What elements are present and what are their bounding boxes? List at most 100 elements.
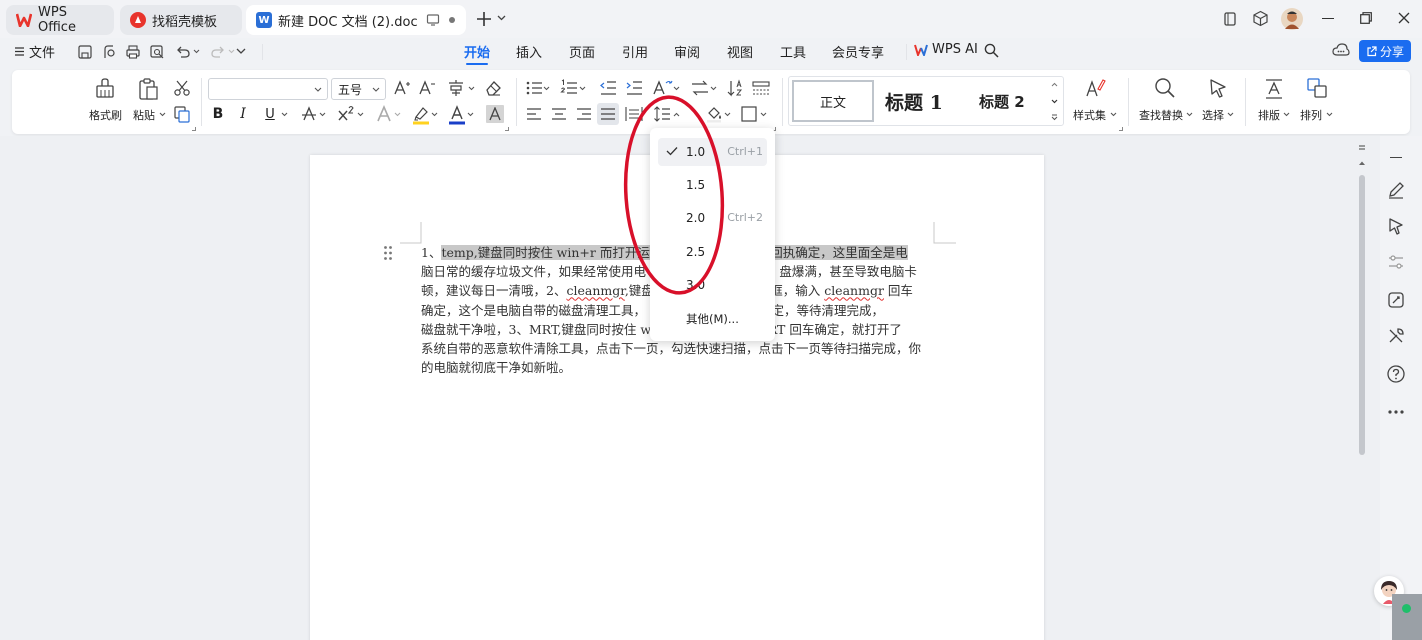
typesetting-icon[interactable] <box>1263 77 1285 99</box>
tab-docer-templates[interactable]: 找稻壳模板 <box>120 5 242 35</box>
font-group-expand-icon[interactable] <box>505 127 509 131</box>
line-spacing-other[interactable]: 其他(M)... <box>658 304 767 332</box>
new-tab-plus-icon[interactable] <box>476 11 492 27</box>
font-name-select[interactable] <box>208 78 328 100</box>
undo-icon[interactable] <box>175 44 191 60</box>
font-color-icon[interactable] <box>448 105 466 125</box>
typesetting-label[interactable]: 排版 <box>1258 107 1280 123</box>
chevron-down-icon[interactable] <box>1227 112 1234 117</box>
italic-button[interactable]: I <box>235 105 251 123</box>
minimize-icon[interactable] <box>1322 18 1334 20</box>
ai-writing-icon[interactable] <box>1386 290 1406 310</box>
search-icon[interactable] <box>984 43 999 58</box>
drag-handle-icon[interactable] <box>383 245 393 261</box>
user-avatar[interactable] <box>1281 8 1303 30</box>
pen-edit-icon[interactable] <box>1386 180 1406 200</box>
style-heading-2[interactable]: 标题 2 <box>979 91 1025 112</box>
underline-button[interactable]: U <box>263 105 277 123</box>
align-left-icon[interactable] <box>525 105 543 123</box>
restore-window-layout-icon[interactable] <box>1222 11 1238 27</box>
paste-label[interactable]: 粘贴 <box>133 107 155 123</box>
styles-scroll-down-icon[interactable] <box>1051 99 1058 104</box>
highlight-color-icon[interactable] <box>412 105 430 125</box>
save-icon[interactable] <box>77 44 93 60</box>
document-line[interactable]: 的电脑就彻底干净如新啦。 <box>421 358 934 377</box>
text-effect-icon[interactable] <box>375 105 393 123</box>
chevron-down-icon[interactable] <box>467 112 474 117</box>
decrease-font-size-icon[interactable] <box>418 79 436 97</box>
tab-member[interactable]: 会员专享 <box>832 42 884 61</box>
format-painter-icon[interactable] <box>94 77 116 99</box>
cube-icon[interactable] <box>1252 10 1269 27</box>
unsaved-dot-icon[interactable] <box>449 17 455 23</box>
font-size-select[interactable]: 五号 <box>331 78 386 100</box>
bullet-list-icon[interactable] <box>525 79 543 97</box>
export-pdf-icon[interactable] <box>101 44 117 60</box>
adjust-sliders-icon[interactable] <box>1386 252 1406 272</box>
chevron-down-icon[interactable] <box>468 86 475 91</box>
chevron-down-icon[interactable] <box>543 86 550 91</box>
redo-dropdown-chevron-icon[interactable] <box>228 49 235 54</box>
screen-icon[interactable] <box>426 13 440 27</box>
undo-dropdown-chevron-icon[interactable] <box>193 49 200 54</box>
increase-font-size-icon[interactable] <box>393 79 411 97</box>
chevron-down-icon[interactable] <box>1283 112 1290 117</box>
pointer-select-icon[interactable] <box>1386 216 1406 236</box>
decrease-indent-icon[interactable] <box>599 79 617 97</box>
style-set-icon[interactable] <box>1084 77 1106 99</box>
select-cursor-icon[interactable] <box>1207 77 1229 99</box>
wps-ai-button[interactable]: WPS AI <box>914 42 978 57</box>
tab-page[interactable]: 页面 <box>569 42 595 61</box>
redo-icon[interactable] <box>210 44 226 60</box>
print-icon[interactable] <box>125 44 141 60</box>
share-button[interactable]: 分享 <box>1359 40 1411 62</box>
align-right-icon[interactable] <box>575 105 593 123</box>
style-normal[interactable]: 正文 <box>792 80 874 122</box>
bold-button[interactable]: B <box>210 105 226 123</box>
character-shading-icon[interactable] <box>486 105 504 123</box>
styles-group-expand-icon[interactable] <box>1119 127 1123 131</box>
tab-references[interactable]: 引用 <box>622 42 648 61</box>
tab-review[interactable]: 审阅 <box>674 42 700 61</box>
scroll-up-arrow-icon[interactable] <box>1358 160 1366 166</box>
close-icon[interactable] <box>1398 12 1410 24</box>
tab-home[interactable]: 开始 <box>464 42 490 65</box>
align-center-icon[interactable] <box>550 105 568 123</box>
chevron-down-icon[interactable] <box>281 112 288 117</box>
chevron-down-icon[interactable] <box>357 112 364 117</box>
tab-document[interactable]: W 新建 DOC 文档 (2).doc <box>246 5 466 35</box>
chevron-down-icon[interactable] <box>1186 112 1193 117</box>
chevron-down-icon[interactable] <box>497 15 506 21</box>
select-label[interactable]: 选择 <box>1202 107 1224 123</box>
vertical-scrollbar[interactable] <box>1356 140 1368 640</box>
styles-scroll-up-icon[interactable] <box>1051 82 1058 87</box>
tab-view[interactable]: 视图 <box>727 42 753 61</box>
tab-insert[interactable]: 插入 <box>516 42 542 61</box>
maximize-icon[interactable] <box>1360 12 1372 24</box>
collapse-panel-icon[interactable] <box>1390 157 1402 159</box>
quick-access-more-icon[interactable] <box>236 48 246 55</box>
arrange-label[interactable]: 排列 <box>1300 107 1322 123</box>
scrollbar-thumb[interactable] <box>1359 175 1365 455</box>
style-heading-1[interactable]: 标题 1 <box>885 88 943 115</box>
find-replace-icon[interactable] <box>1154 77 1176 99</box>
strikethrough-icon[interactable] <box>300 105 318 123</box>
chevron-down-icon[interactable] <box>394 112 401 117</box>
arrange-icon[interactable] <box>1306 77 1328 99</box>
chevron-down-icon[interactable] <box>1110 112 1117 117</box>
tab-wps-office[interactable]: WPS Office <box>6 5 114 35</box>
chevron-down-icon[interactable] <box>710 86 717 91</box>
clipboard-expand-icon[interactable] <box>192 127 196 131</box>
chevron-down-icon[interactable] <box>760 112 767 117</box>
copy-icon[interactable] <box>173 105 191 123</box>
format-painter-label[interactable]: 格式刷 <box>89 107 122 123</box>
tools-wrench-icon[interactable] <box>1386 326 1406 346</box>
style-set-label[interactable]: 样式集 <box>1073 107 1106 123</box>
chevron-down-icon[interactable] <box>1326 112 1333 117</box>
chevron-down-icon[interactable] <box>673 86 680 91</box>
phonetic-guide-icon[interactable] <box>447 79 467 97</box>
more-options-icon[interactable] <box>1386 402 1406 422</box>
justify-icon[interactable] <box>597 103 619 125</box>
find-replace-label[interactable]: 查找替换 <box>1139 107 1183 123</box>
styles-expand-icon[interactable] <box>1051 114 1058 121</box>
